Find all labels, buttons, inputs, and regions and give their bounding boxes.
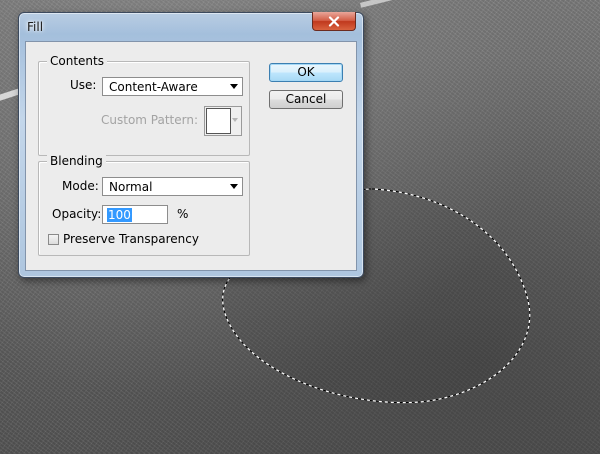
cancel-button[interactable]: Cancel xyxy=(269,90,343,109)
contents-group: Contents Use: Content-Aware Custom Patte… xyxy=(38,54,250,156)
pattern-swatch xyxy=(206,108,231,134)
blending-group: Blending Mode: Normal Opacity: 100 % Pre… xyxy=(38,154,250,256)
blending-group-label: Blending xyxy=(47,154,106,168)
opacity-input[interactable]: 100 xyxy=(102,205,168,224)
preserve-transparency-label[interactable]: Preserve Transparency xyxy=(63,232,199,246)
use-label: Use: xyxy=(70,78,97,92)
custom-pattern-label: Custom Pattern: xyxy=(101,113,199,127)
close-button[interactable] xyxy=(312,12,356,31)
ok-button[interactable]: OK xyxy=(269,63,343,82)
contents-group-label: Contents xyxy=(47,54,107,68)
title-bar[interactable]: Fill xyxy=(19,12,363,41)
dialog-title: Fill xyxy=(27,20,44,34)
preserve-transparency-checkbox[interactable] xyxy=(48,234,59,245)
mode-label: Mode: xyxy=(62,179,99,193)
dialog-body: Contents Use: Content-Aware Custom Patte… xyxy=(25,41,357,271)
opacity-label: Opacity: xyxy=(52,207,102,221)
use-dropdown[interactable]: Content-Aware xyxy=(102,77,243,96)
fill-dialog: Fill Contents Use: Content-Aware Custom … xyxy=(18,12,364,278)
use-dropdown-value: Content-Aware xyxy=(109,80,198,94)
opacity-unit: % xyxy=(177,207,189,221)
opacity-value: 100 xyxy=(107,208,132,222)
custom-pattern-picker[interactable] xyxy=(204,106,242,136)
mode-dropdown[interactable]: Normal xyxy=(102,177,243,196)
chevron-down-icon xyxy=(230,84,238,89)
chevron-down-icon xyxy=(232,118,238,122)
close-icon xyxy=(328,15,340,27)
chevron-down-icon xyxy=(230,184,238,189)
mode-dropdown-value: Normal xyxy=(109,180,153,194)
